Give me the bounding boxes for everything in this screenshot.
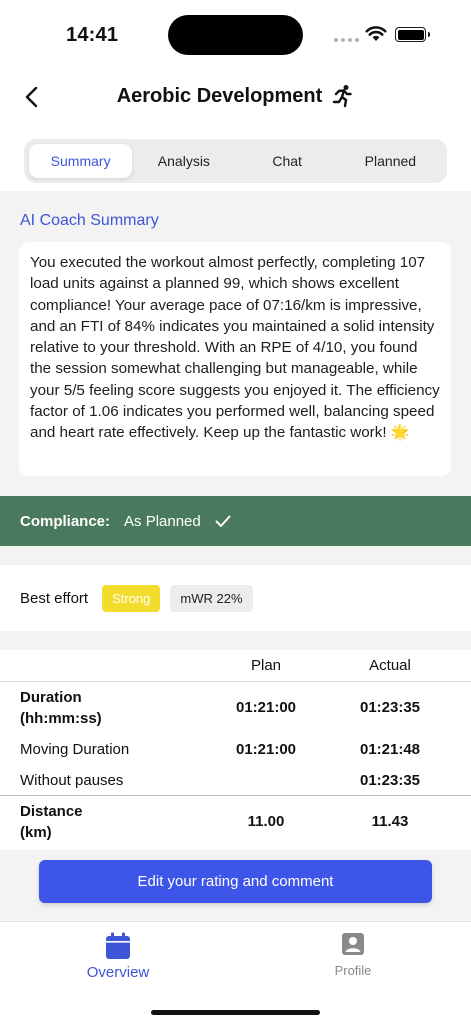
edit-rating-button[interactable]: Edit your rating and comment	[39, 860, 432, 903]
summary-heading: AI Coach Summary	[20, 212, 159, 229]
wifi-icon	[365, 26, 387, 41]
compliance-value: As Planned	[124, 512, 201, 530]
tab-chat[interactable]: Chat	[236, 144, 339, 178]
tab-planned[interactable]: Planned	[339, 144, 442, 178]
duration-actual: 01:23:35	[359, 699, 421, 716]
summary-text: You executed the workout almost perfectl…	[30, 254, 440, 442]
row-label: Distance (km)	[20, 801, 83, 843]
duration-plan: 01:21:00	[235, 699, 297, 716]
profile-icon	[342, 933, 364, 955]
table-divider	[0, 795, 471, 796]
running-person-icon	[333, 85, 352, 108]
row-label: Moving Duration	[20, 741, 130, 758]
row-label-line1: Distance	[20, 803, 83, 820]
checkmark-icon	[215, 515, 231, 527]
nav-profile[interactable]: Profile	[313, 932, 393, 978]
bottom-nav: Overview Profile	[0, 921, 471, 1024]
title-wrap: Aerobic Development	[0, 84, 471, 108]
row-label-line2: (km)	[20, 824, 52, 841]
summary-card: You executed the workout almost perfectl…	[19, 242, 451, 476]
best-effort-row: Best effort Strong mWR 22%	[0, 565, 471, 631]
moving-duration-actual: 01:21:48	[359, 741, 421, 758]
status-bar: 14:41	[0, 0, 471, 70]
page-title: Aerobic Development	[116, 84, 323, 107]
effort-badge: Strong	[102, 584, 161, 612]
nav-overview-label: Overview	[86, 964, 150, 981]
home-indicator	[151, 1010, 320, 1015]
best-effort-label: Best effort	[20, 589, 89, 607]
battery-icon	[395, 27, 430, 42]
without-pauses-actual: 01:23:35	[359, 772, 421, 789]
dynamic-island	[168, 15, 303, 55]
distance-plan: 11.00	[247, 813, 285, 830]
table-header: Plan Actual	[0, 650, 471, 682]
tab-summary[interactable]: Summary	[29, 144, 133, 178]
plan-header: Plan	[250, 657, 282, 674]
moving-duration-plan: 01:21:00	[235, 741, 297, 758]
compliance-label: Compliance:	[20, 512, 111, 530]
compliance-bar: Compliance: As Planned	[0, 496, 471, 546]
row-label: Duration (hh:mm:ss)	[20, 687, 102, 729]
tab-analysis[interactable]: Analysis	[132, 144, 235, 178]
distance-actual: 11.43	[371, 813, 409, 830]
metrics-table: Plan Actual Duration (hh:mm:ss) 01:21:00…	[0, 650, 471, 850]
calendar-icon	[106, 932, 130, 959]
tab-bar: Summary Analysis Chat Planned	[24, 139, 447, 183]
row-label-line2: (hh:mm:ss)	[20, 710, 102, 727]
nav-overview[interactable]: Overview	[78, 932, 158, 981]
row-label: Without pauses	[20, 772, 124, 789]
actual-header: Actual	[369, 657, 411, 674]
nav-profile-label: Profile	[334, 963, 372, 978]
row-label-line1: Duration	[20, 689, 82, 706]
header: Aerobic Development	[0, 75, 471, 120]
mwr-badge: mWR 22%	[170, 584, 253, 612]
signal-icon	[334, 38, 359, 42]
status-time: 14:41	[66, 24, 119, 46]
